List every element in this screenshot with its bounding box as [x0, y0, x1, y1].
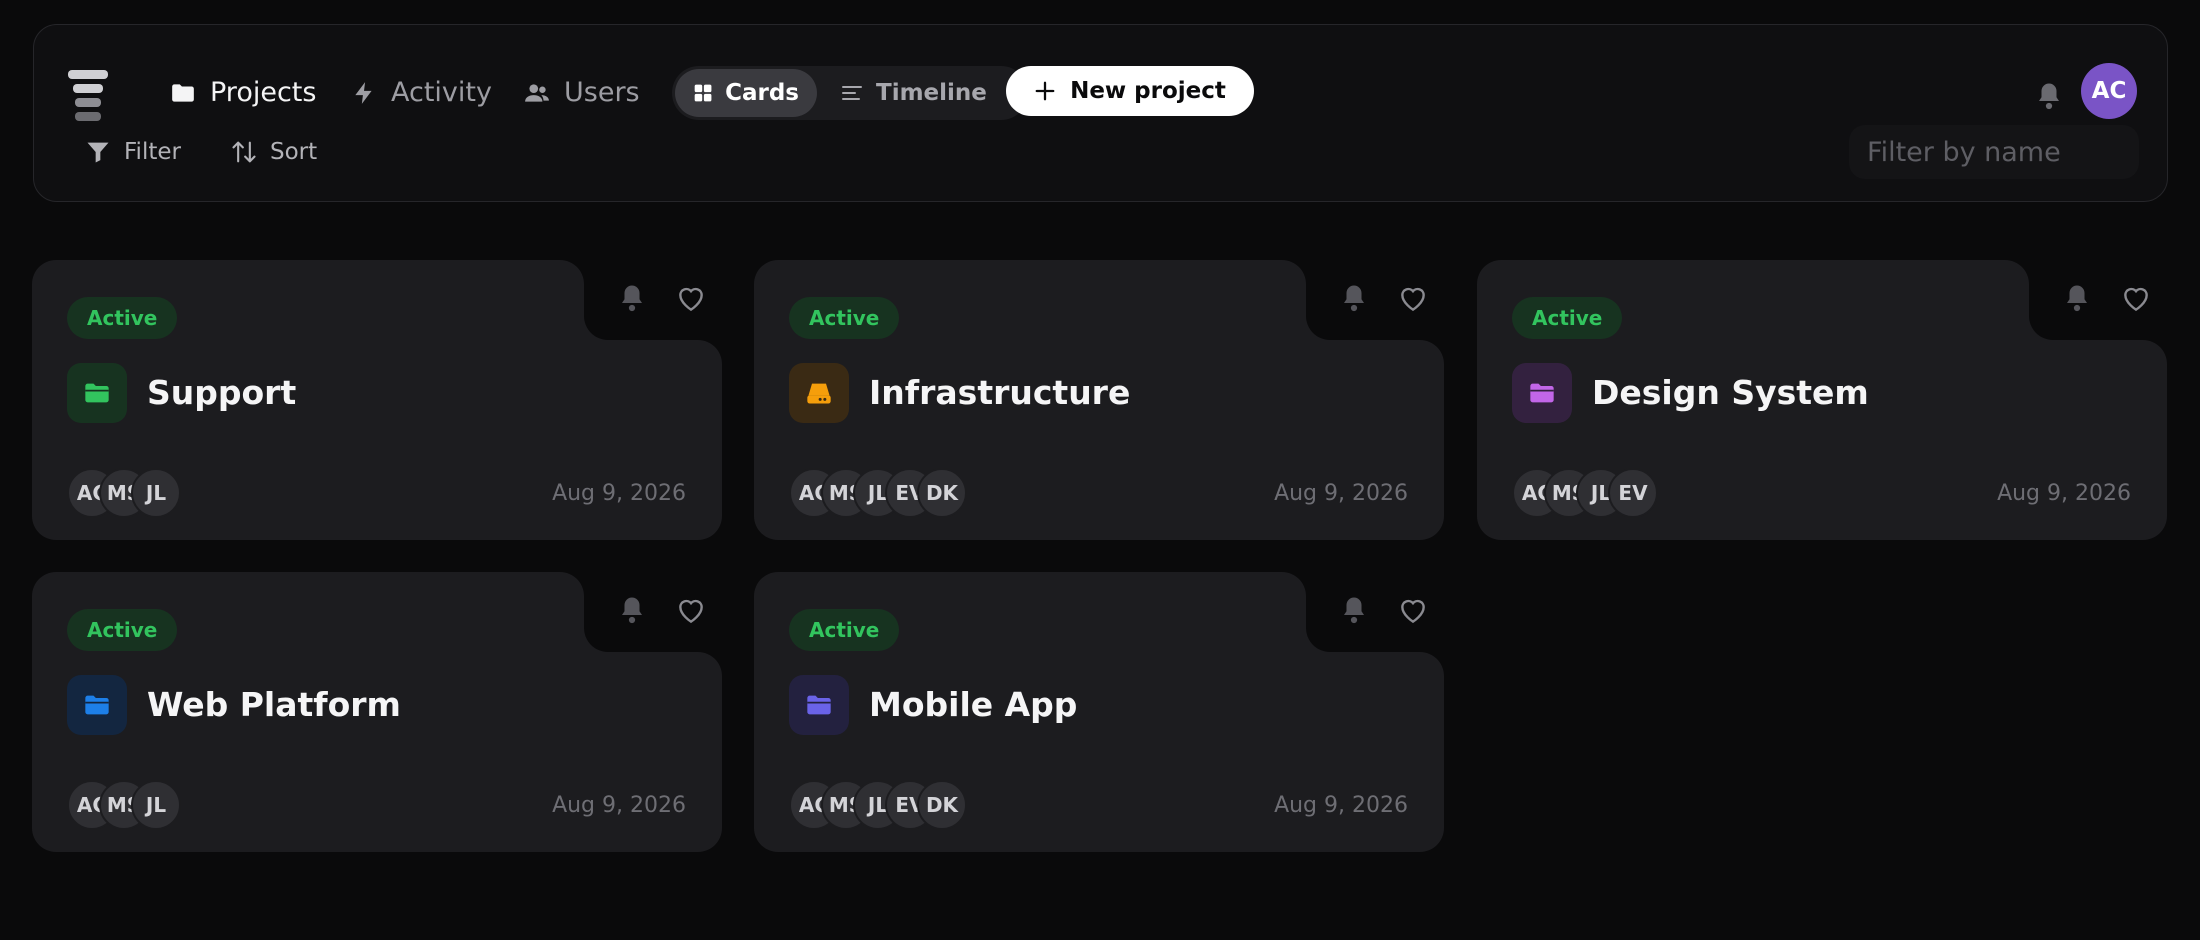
user-avatar[interactable]: AC: [2081, 63, 2137, 119]
sort-label: Sort: [270, 139, 318, 165]
view-timeline-label: Timeline: [876, 80, 987, 106]
project-icon: [67, 675, 127, 735]
folder-icon: [85, 695, 109, 715]
favorite-heart-icon[interactable]: [675, 595, 707, 627]
users-icon: [525, 83, 549, 102]
nav-row: Projects Activity Users Cards Timeline N…: [34, 43, 2167, 151]
timeline-icon: [842, 86, 862, 100]
favorite-heart-icon[interactable]: [675, 283, 707, 315]
folder-icon: [85, 383, 109, 403]
view-timeline-button[interactable]: Timeline: [822, 69, 1005, 117]
card-bell-icon[interactable]: [617, 283, 647, 313]
project-icon: [789, 675, 849, 735]
project-card[interactable]: Active Infrastructure AC MS JL EV DK Aug 9, 202…: [754, 260, 1444, 540]
lightning-icon: [355, 81, 372, 104]
nav-activity[interactable]: Activity: [351, 77, 492, 108]
card-bell-icon[interactable]: [2062, 283, 2092, 313]
project-title[interactable]: Mobile App: [869, 685, 1077, 724]
view-cards-label: Cards: [725, 80, 799, 106]
project-card[interactable]: Active Web Platform AC MS JL Aug 9, 2026: [32, 572, 722, 852]
view-cards-button[interactable]: Cards: [675, 69, 817, 117]
card-bell-icon[interactable]: [617, 595, 647, 625]
project-date: Aug 9, 2026: [1274, 481, 1408, 506]
member-avatar[interactable]: DK: [917, 780, 967, 830]
filter-icon: [87, 142, 109, 163]
project-card[interactable]: Active Support AC MS JL Aug 9, 2026: [32, 260, 722, 540]
view-toggle: Cards Timeline: [672, 66, 1028, 120]
card-bell-icon[interactable]: [1339, 595, 1369, 625]
card-bell-icon[interactable]: [1339, 283, 1369, 313]
sort-icon: [232, 141, 256, 163]
new-project-button[interactable]: New project: [1006, 66, 1254, 116]
nav-projects[interactable]: Projects: [170, 77, 316, 108]
notifications-bell-icon[interactable]: [2034, 81, 2064, 111]
logo[interactable]: [68, 70, 108, 122]
sort-button[interactable]: Sort: [230, 138, 317, 166]
project-date: Aug 9, 2026: [552, 793, 686, 818]
favorite-heart-icon[interactable]: [2120, 283, 2152, 315]
member-avatar[interactable]: DK: [917, 468, 967, 518]
project-icon: [789, 363, 849, 423]
status-badge: Active: [789, 297, 900, 339]
project-title[interactable]: Web Platform: [147, 685, 401, 724]
member-avatar[interactable]: JL: [131, 780, 181, 830]
member-avatar[interactable]: JL: [131, 468, 181, 518]
status-badge: Active: [67, 609, 178, 651]
status-badge: Active: [1512, 297, 1623, 339]
project-date: Aug 9, 2026: [552, 481, 686, 506]
server-icon: [807, 383, 831, 404]
project-title[interactable]: Support: [147, 373, 296, 412]
nav-users[interactable]: Users: [524, 77, 640, 108]
top-bar: Projects Activity Users Cards Timeline N…: [33, 24, 2168, 202]
folder-icon: [807, 695, 831, 715]
nav-activity-label: Activity: [391, 77, 492, 108]
favorite-heart-icon[interactable]: [1397, 595, 1429, 627]
project-card[interactable]: Active Design System AC MS JL EV Aug 9, 2026: [1477, 260, 2167, 540]
project-icon: [1512, 363, 1572, 423]
project-date: Aug 9, 2026: [1274, 793, 1408, 818]
project-title[interactable]: Infrastructure: [869, 373, 1130, 412]
folder-icon: [1530, 383, 1554, 403]
filter-button[interactable]: Filter: [84, 138, 181, 166]
status-badge: Active: [67, 297, 178, 339]
project-icon: [67, 363, 127, 423]
filter-label: Filter: [124, 139, 181, 165]
plus-icon: [1035, 81, 1055, 101]
favorite-heart-icon[interactable]: [1397, 283, 1429, 315]
status-badge: Active: [789, 609, 900, 651]
new-project-label: New project: [1070, 78, 1226, 104]
member-avatar[interactable]: EV: [1608, 468, 1658, 518]
folder-icon: [172, 83, 194, 102]
project-card[interactable]: Active Mobile App AC MS JL EV DK Aug 9, 2026: [754, 572, 1444, 852]
grid-icon: [694, 84, 712, 102]
nav-projects-label: Projects: [210, 77, 317, 108]
project-date: Aug 9, 2026: [1997, 481, 2131, 506]
nav-users-label: Users: [564, 77, 640, 108]
search-input[interactable]: [1849, 125, 2139, 179]
project-title[interactable]: Design System: [1592, 373, 1869, 412]
